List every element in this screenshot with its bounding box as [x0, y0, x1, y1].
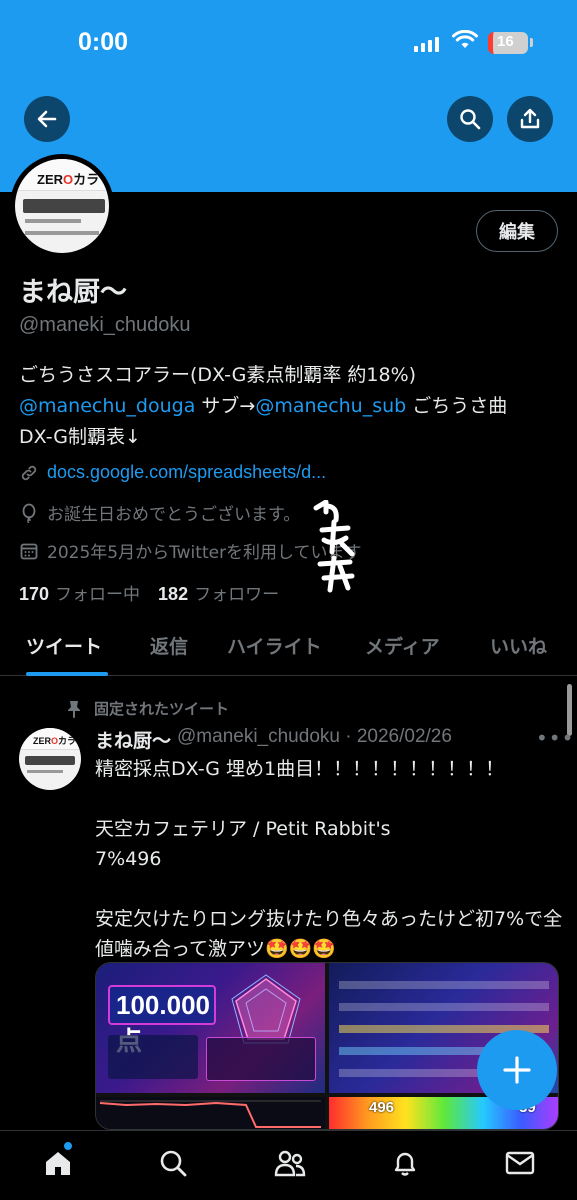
status-time: 0:00 [78, 28, 129, 56]
battery-icon: 16 [488, 32, 528, 54]
tweet-avatar-logo: ZEROカラ [33, 736, 77, 746]
bottom-navigation [0, 1130, 577, 1200]
joined-row: 2025年5月からTwitterを利用しています [19, 538, 362, 563]
tweet-avatar-badge [25, 756, 75, 765]
bio-text: ごちうさ曲 [406, 395, 508, 417]
tab-tweets[interactable]: ツイート [26, 632, 102, 659]
edit-profile-button[interactable]: 編集 [476, 210, 558, 252]
profile-avatar[interactable]: ZEROカラ [10, 154, 114, 258]
following-count: 170 [19, 584, 50, 604]
mail-icon [505, 1151, 535, 1175]
bio-line: @manechu_douga サブ→@manechu_sub ごちうさ曲 [19, 391, 559, 422]
tweet-avatar[interactable]: ZEROカラ [19, 728, 81, 790]
website-link[interactable]: docs.google.com/spreadsheets/d... [47, 462, 326, 483]
calendar-icon [20, 543, 38, 559]
bio-line: ごちうさスコアラー(DX-G素点制覇率 約18%) [19, 364, 417, 386]
arrow-left-icon [37, 110, 57, 128]
media-image-score[interactable]: 100.000点 [96, 963, 325, 1093]
tweet-header: まね厨〜 @maneki_chudoku · 2026/02/26 [95, 726, 452, 753]
nav-home[interactable] [38, 1143, 78, 1183]
active-tab-indicator [26, 672, 108, 676]
pin-icon [68, 700, 80, 718]
nav-search[interactable] [153, 1143, 193, 1183]
pinned-label: 固定されたツイート [94, 700, 230, 718]
nav-messages[interactable] [500, 1143, 540, 1183]
status-bar: 0:00 16 [0, 0, 577, 90]
media-score-text: 100.000点 [108, 985, 216, 1056]
website-row: docs.google.com/spreadsheets/d... [19, 462, 326, 483]
handle: @maneki_chudoku [19, 314, 191, 336]
tab-media[interactable]: メディア [365, 632, 440, 659]
share-icon [520, 108, 540, 129]
pinned-label-row: 固定されたツイート [66, 698, 229, 719]
home-notification-dot [64, 1142, 72, 1150]
tab-highlights[interactable]: ハイライト [227, 632, 322, 659]
search-button[interactable] [447, 96, 493, 142]
media-image-graph[interactable] [96, 1097, 325, 1129]
avatar-text-line [25, 219, 81, 223]
search-icon [160, 1150, 187, 1177]
cellular-signal-icon [414, 34, 439, 52]
media-info-panel [108, 1035, 198, 1079]
media-stat-bar [339, 1003, 549, 1011]
search-icon [460, 109, 481, 130]
balloon-icon [22, 503, 36, 523]
home-icon [46, 1152, 70, 1175]
tab-replies[interactable]: 返信 [150, 632, 188, 659]
people-icon [274, 1150, 306, 1177]
more-options-icon[interactable]: ••• [536, 726, 574, 750]
avatar-text-line [25, 231, 99, 235]
following-stat[interactable]: 170 フォロー中 [19, 580, 140, 605]
media-report-panel [206, 1037, 316, 1081]
nav-notifications[interactable] [385, 1143, 425, 1183]
tweet-text: 精密採点DX-G 埋め1曲目！！！！！！！！！！ 天空カフェテリア / Peti… [95, 758, 563, 960]
birthday-row: お誕生日おめでとうございます。 [19, 500, 300, 525]
plus-icon [503, 1056, 531, 1084]
back-button[interactable] [24, 96, 70, 142]
tweet-avatar-logo-bar: ZEROカラ [19, 728, 81, 750]
tweet-avatar-line [27, 770, 63, 773]
compose-tweet-button[interactable] [477, 1030, 557, 1110]
bell-icon [394, 1152, 416, 1176]
share-button[interactable] [507, 96, 553, 142]
birthday-text: お誕生日おめでとうございます。 [47, 505, 301, 525]
link-icon [21, 465, 37, 480]
media-stat-bar [339, 981, 549, 989]
avatar-membership-badge [23, 199, 105, 213]
profile-tabs: ツイート 返信 ハイライト メディア いいね [0, 620, 577, 676]
wifi-icon [452, 30, 478, 48]
bio: ごちうさスコアラー(DX-G素点制覇率 約18%) @manechu_douga… [19, 360, 559, 453]
bio-line: DX-G制覇表↓ [19, 426, 141, 448]
followers-count: 182 [158, 584, 189, 604]
following-label: フォロー中 [55, 585, 141, 605]
handwritten-annotation [313, 500, 355, 593]
tweet-handle-date: @maneki_chudoku · 2026/02/26 [177, 726, 452, 747]
avatar-logo: ZEROカラ [37, 172, 100, 187]
bio-mention-link[interactable]: @manechu_douga [19, 395, 195, 417]
followers-label: フォロワー [194, 585, 280, 605]
battery-level: 16 [497, 33, 514, 50]
follow-stats: 170 フォロー中 182 フォロワー [19, 580, 279, 605]
followers-stat[interactable]: 182 フォロワー [158, 580, 279, 605]
avatar-logo-bar: ZEROカラ [15, 159, 109, 191]
battery-cap [530, 38, 533, 47]
nav-communities[interactable] [270, 1143, 310, 1183]
tweet-author-name[interactable]: まね厨〜 [95, 726, 171, 753]
pitch-graph [99, 1100, 321, 1128]
media-value-left: 496 [369, 1099, 395, 1116]
bio-text: サブ→ [195, 395, 256, 417]
bio-mention-link[interactable]: @manechu_sub [255, 395, 406, 417]
tab-likes[interactable]: いいね [490, 632, 547, 659]
display-name: まね厨〜 [19, 277, 127, 308]
avatar-image: ZEROカラ [15, 159, 109, 253]
